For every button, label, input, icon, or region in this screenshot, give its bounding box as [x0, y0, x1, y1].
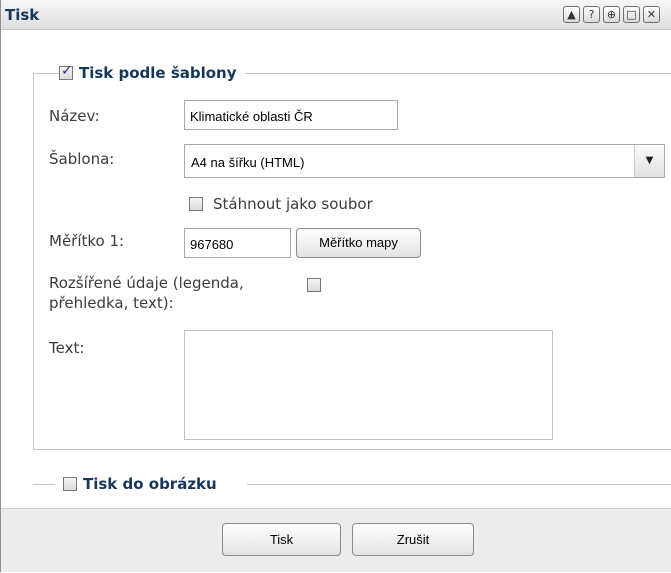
image-print-checkbox[interactable]: [63, 477, 77, 491]
dialog-title: Tisk: [5, 6, 40, 24]
map-scale-button[interactable]: Měřítko mapy: [296, 228, 421, 258]
fieldset-border: [33, 73, 57, 74]
download-label: Stáhnout jako soubor: [213, 195, 373, 213]
title-bar[interactable]: Tisk ▲ ? ⊕ □ ✕: [1, 0, 671, 30]
name-input[interactable]: Klimatické oblasti ČR: [184, 100, 398, 130]
text-label: Text:: [49, 339, 85, 357]
fieldset-border: [247, 484, 671, 485]
close-icon[interactable]: ✕: [643, 6, 660, 23]
dialog-footer: Tisk Zrušit: [1, 508, 671, 572]
chevron-down-icon[interactable]: ▼: [634, 145, 664, 177]
template-print-label: Tisk podle šablony: [79, 64, 237, 82]
image-print-label: Tisk do obrázku: [83, 475, 217, 493]
pin-icon[interactable]: ⊕: [603, 6, 620, 23]
name-label: Název:: [49, 107, 100, 125]
template-print-checkbox[interactable]: [59, 63, 73, 80]
extended-data-checkbox[interactable]: [307, 278, 321, 292]
scale-input[interactable]: 967680: [184, 228, 291, 258]
download-checkbox[interactable]: [189, 197, 203, 211]
text-area[interactable]: [184, 330, 553, 440]
template-select[interactable]: A4 na šířku (HTML) ▼: [184, 144, 665, 178]
cancel-button[interactable]: Zrušit: [352, 523, 474, 556]
template-label: Šablona:: [49, 150, 115, 168]
collapse-icon[interactable]: ▲: [563, 6, 580, 23]
scale-label: Měřítko 1:: [49, 232, 125, 250]
print-dialog: Tisk ▲ ? ⊕ □ ✕ Tisk podle šablony Název:…: [0, 0, 671, 572]
template-print-legend: Tisk podle šablony: [59, 63, 245, 82]
help-icon[interactable]: ?: [583, 6, 600, 23]
image-print-legend: Tisk do obrázku: [63, 475, 217, 493]
extended-data-label-line1: Rozšířené údaje (legenda,: [49, 274, 244, 292]
extended-data-label-line2: přehledka, text):: [49, 294, 174, 312]
template-select-value: A4 na šířku (HTML): [191, 155, 305, 170]
maximize-icon[interactable]: □: [623, 6, 640, 23]
fieldset-border: [33, 484, 55, 485]
print-button[interactable]: Tisk: [222, 523, 341, 556]
